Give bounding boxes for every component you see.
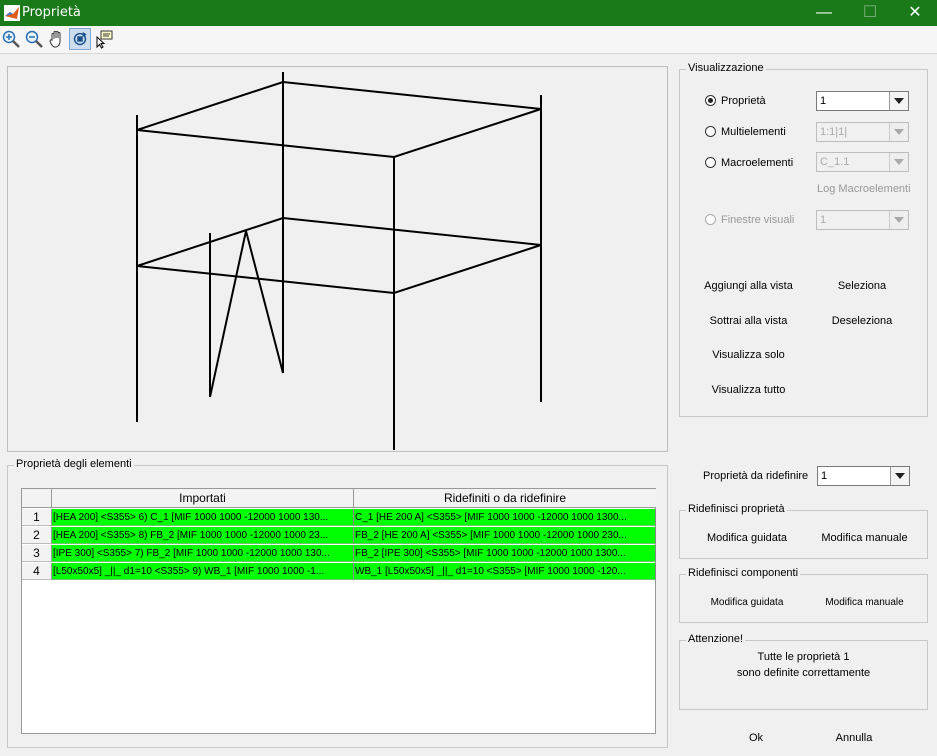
minimize-button[interactable]: — xyxy=(801,0,847,26)
macroelementi-select-value: C_1.1 xyxy=(820,156,850,168)
multielementi-select[interactable]: 1:1|1| xyxy=(816,122,909,142)
modifica-manuale-proprieta-button[interactable]: Modifica manuale xyxy=(815,532,914,544)
multielementi-label: Multielementi xyxy=(721,126,786,138)
table-cell[interactable]: FB_2 [IPE 300] <S355> [MIF 1000 1000 -12… xyxy=(354,545,656,562)
chevron-down-icon xyxy=(889,92,908,110)
proprieta-radio[interactable] xyxy=(705,95,716,106)
macroelementi-select[interactable]: C_1.1 xyxy=(816,152,909,172)
multielementi-select-value: 1:1|1| xyxy=(820,126,848,138)
maximize-button[interactable]: ☐ xyxy=(847,0,893,26)
attenzione-message-line1: Tutte le proprietà 1 xyxy=(757,651,850,663)
finestre-visuali-select-value: 1 xyxy=(820,214,827,226)
visualizza-solo-button[interactable]: Visualizza solo xyxy=(695,349,802,361)
elementi-legend: Proprietà degli elementi xyxy=(14,458,134,470)
modifica-guidata-proprieta-button[interactable]: Modifica guidata xyxy=(697,532,797,544)
modifica-guidata-componenti-button[interactable]: Modifica guidata xyxy=(697,597,797,608)
chevron-down-icon xyxy=(889,123,908,141)
annulla-button[interactable]: Annulla xyxy=(828,732,880,744)
table-cell[interactable]: FB_2 [HE 200 A] <S355> [MIF 1000 1000 -1… xyxy=(354,527,656,544)
table-cell[interactable]: [HEA 200] <S355> 8) FB_2 [MIF 1000 1000 … xyxy=(52,527,354,544)
proprieta-da-ridefinire-select[interactable]: 1 xyxy=(817,466,910,486)
attenzione-message-line2: sono definite correttamente xyxy=(736,667,871,679)
close-button[interactable]: ✕ xyxy=(892,0,937,26)
lower-floor-outline xyxy=(136,216,542,295)
table-cell[interactable]: C_1 [HE 200 A] <S355> [MIF 1000 1000 -12… xyxy=(354,509,656,526)
deseleziona-button[interactable]: Deseleziona xyxy=(815,315,909,327)
finestre-visuali-label: Finestre visuali xyxy=(721,214,795,226)
table-cell[interactable]: WB_1 [L50x50x5] _||_ d1=10 <S355> [MIF 1… xyxy=(354,563,656,580)
column-header-ridefiniti[interactable]: Ridefiniti o da ridefinire xyxy=(354,489,656,508)
pan-hand-icon[interactable] xyxy=(46,28,68,50)
chevron-down-icon xyxy=(889,153,908,171)
macroelementi-radio[interactable] xyxy=(705,157,716,168)
row-number[interactable]: 1 xyxy=(22,509,52,526)
proprieta-da-ridefinire-value: 1 xyxy=(821,470,828,482)
toolbar xyxy=(0,26,937,54)
finestre-visuali-radio[interactable] xyxy=(705,214,716,225)
structure-3d-plot[interactable] xyxy=(7,66,668,452)
column-header-importati[interactable]: Importati xyxy=(52,489,354,508)
aggiungi-alla-vista-button[interactable]: Aggiungi alla vista xyxy=(695,280,802,292)
row-number[interactable]: 3 xyxy=(22,545,52,562)
proprieta-da-ridefinire-label: Proprietà da ridefinire xyxy=(703,470,809,482)
attenzione-legend: Attenzione! xyxy=(686,633,746,645)
seleziona-button[interactable]: Seleziona xyxy=(815,280,909,292)
ok-button[interactable]: Ok xyxy=(735,732,777,744)
visualizza-tutto-button[interactable]: Visualizza tutto xyxy=(695,384,802,396)
proprieta-select[interactable]: 1 xyxy=(816,91,909,111)
table-corner xyxy=(22,489,52,508)
row-number[interactable]: 4 xyxy=(22,563,52,580)
log-macroelementi-button[interactable]: Log Macroelementi xyxy=(817,183,911,195)
zoom-out-icon[interactable] xyxy=(23,28,45,50)
visualizzazione-legend: Visualizzazione xyxy=(686,62,766,74)
proprieta-label: Proprietà xyxy=(721,95,766,107)
title-bar: Proprietà — ☐ ✕ xyxy=(0,0,937,26)
multielementi-radio[interactable] xyxy=(705,126,716,137)
chevron-down-icon xyxy=(889,211,908,229)
data-cursor-icon[interactable] xyxy=(93,28,115,50)
chevron-down-icon xyxy=(890,467,909,485)
frame-wireframe xyxy=(136,72,542,450)
table-cell[interactable]: [L50x50x5] _||_ d1=10 <S355> 9) WB_1 [MI… xyxy=(52,563,354,580)
matlab-logo-icon xyxy=(4,5,20,21)
modifica-manuale-componenti-button[interactable]: Modifica manuale xyxy=(815,597,914,608)
table-cell[interactable]: [HEA 200] <S355> 6) C_1 [MIF 1000 1000 -… xyxy=(52,509,354,526)
sottrai-alla-vista-button[interactable]: Sottrai alla vista xyxy=(695,315,802,327)
macroelementi-label: Macroelementi xyxy=(721,157,794,169)
elementi-table[interactable]: Importati Ridefiniti o da ridefinire 1 [… xyxy=(21,488,656,734)
table-cell[interactable]: [IPE 300] <S355> 7) FB_2 [MIF 1000 1000 … xyxy=(52,545,354,562)
proprieta-select-value: 1 xyxy=(820,95,827,107)
ridefinisci-componenti-legend: Ridefinisci componenti xyxy=(686,567,801,579)
row-number[interactable]: 2 xyxy=(22,527,52,544)
rotate-3d-icon[interactable] xyxy=(69,28,91,50)
ridefinisci-proprieta-legend: Ridefinisci proprietà xyxy=(686,503,787,515)
finestre-visuali-select[interactable]: 1 xyxy=(816,210,909,230)
upper-floor-outline xyxy=(136,80,542,159)
bracing-element xyxy=(209,230,284,398)
window-title: Proprietà xyxy=(22,5,81,20)
zoom-in-icon[interactable] xyxy=(0,28,22,50)
